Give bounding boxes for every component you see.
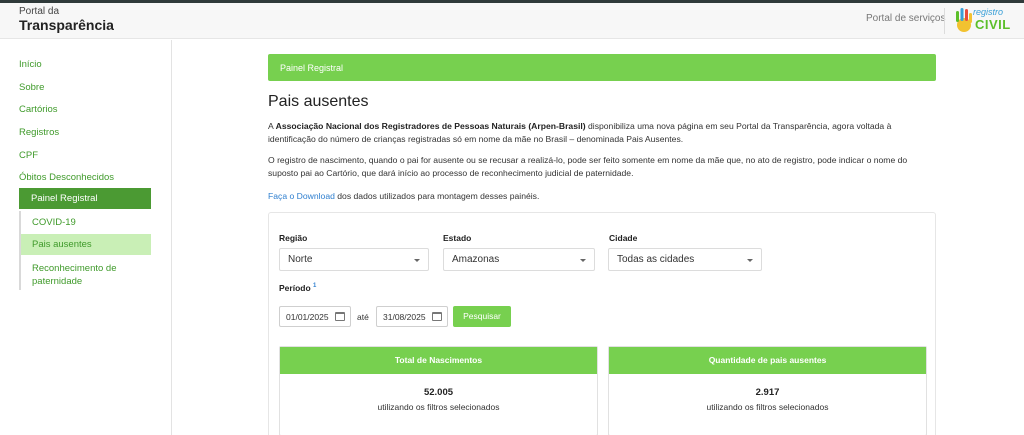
stat-card-nascimentos: Total de Nascimentos 52.005 utilizando o… [279,346,598,435]
intro-paragraph: A Associação Nacional dos Registradores … [268,120,937,146]
breadcrumb: Painel Registral [268,54,936,81]
cidade-value: Todas as cidades [617,254,695,265]
chevron-down-icon [414,259,420,262]
sidebar-item-painel-registral[interactable]: Painel Registral [19,188,151,209]
intro-text-start: A [268,121,276,131]
periodo-label: Período 1 [279,283,316,293]
sidebar-item-inicio[interactable]: Início [19,59,42,70]
sidebar-item-obitos[interactable]: Óbitos Desconhecidos [19,172,114,183]
cidade-label: Cidade [609,233,638,243]
download-text: dos dados utilizados para montagem desse… [334,191,540,201]
date-to-value: 31/08/2025 [383,312,426,322]
date-from-input[interactable]: 01/01/2025 [279,306,351,327]
search-button[interactable]: Pesquisar [453,306,511,327]
sidebar-subitem-pais-ausentes[interactable]: Pais ausentes [32,239,92,250]
cidade-select[interactable]: Todas as cidades [608,248,762,271]
site-logo-link[interactable]: Portal da Transparência [19,6,114,33]
logo-line2: CIVIL [975,17,1011,32]
registro-civil-logo[interactable]: registro CIVIL [953,6,1017,36]
hand-print-icon [956,8,972,32]
stat-card-subtitle: utilizando os filtros selecionados [706,402,829,412]
logo-line1: registro [973,7,1004,17]
regiao-value: Norte [288,254,313,265]
page-title: Pais ausentes [268,93,369,110]
chevron-down-icon [580,259,586,262]
intro-org-name: Associação Nacional dos Registradores de… [275,121,586,131]
periodo-text: Período [279,283,311,293]
stat-card-title: Total de Nascimentos [280,347,597,374]
stat-card-title: Quantidade de pais ausentes [609,347,926,374]
filter-panel: Região Norte Estado Amazonas Cidade Toda… [268,212,936,435]
calendar-icon[interactable] [335,312,345,321]
estado-value: Amazonas [452,254,500,265]
regiao-label: Região [279,233,308,243]
calendar-icon[interactable] [432,312,442,321]
brand-small-text: Portal da [19,6,60,17]
stat-card-subtitle: utilizando os filtros selecionados [377,402,500,412]
sidebar-nav: Início Sobre Cartórios Registros CPF Óbi… [0,40,172,435]
sidebar-item-sobre[interactable]: Sobre [19,82,44,93]
date-to-input[interactable]: 31/08/2025 [376,306,448,327]
site-header: Portal da Transparência Portal de serviç… [0,3,1024,39]
stat-card-value: 52.005 [423,387,454,398]
ate-label: até [357,312,369,322]
sidebar-item-cpf[interactable]: CPF [19,150,38,161]
estado-select[interactable]: Amazonas [443,248,595,271]
stat-card-value: 2.917 [755,387,780,398]
date-from-value: 01/01/2025 [286,312,329,322]
sidebar-subitem-reconhecimento[interactable]: Reconhecimento de paternidade [32,262,142,288]
registro-paragraph: O registro de nascimento, quando o pai f… [268,155,908,178]
download-paragraph: Faça o Download dos dados utilizados par… [268,190,937,203]
download-link[interactable]: Faça o Download [268,191,335,201]
sidebar-subitem-covid[interactable]: COVID-19 [32,217,76,228]
sidebar-item-cartorios[interactable]: Cartórios [19,104,58,115]
chevron-down-icon [747,259,753,262]
periodo-footnote: 1 [313,283,317,290]
estado-label: Estado [443,233,472,243]
sidebar-item-registros[interactable]: Registros [19,127,59,138]
stat-card-pais-ausentes: Quantidade de pais ausentes 2.917 utiliz… [608,346,927,435]
regiao-select[interactable]: Norte [279,248,429,271]
header-divider [944,8,945,34]
portal-servicos-link[interactable]: Portal de serviços [866,13,945,24]
brand-title: Transparência [19,17,114,33]
